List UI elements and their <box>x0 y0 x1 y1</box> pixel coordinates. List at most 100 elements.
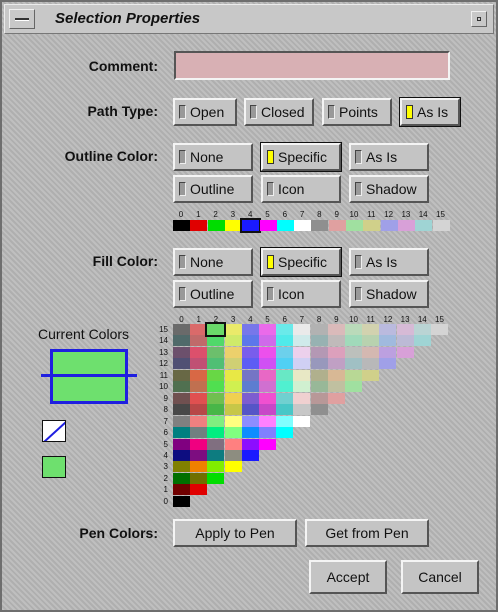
color-grid-cell[interactable] <box>362 346 380 358</box>
fill-color-outline[interactable]: Outline <box>173 280 253 308</box>
palette-swatch[interactable] <box>276 220 294 231</box>
color-grid-cell[interactable] <box>241 358 259 370</box>
color-grid-cell[interactable] <box>207 461 225 473</box>
color-grid-cell[interactable] <box>379 335 397 347</box>
fill-color-swatch[interactable] <box>42 456 66 478</box>
color-grid-cell[interactable] <box>173 415 190 427</box>
color-grid-cell[interactable] <box>190 415 208 427</box>
color-grid-cell[interactable] <box>173 346 190 358</box>
color-grid-cell[interactable] <box>190 392 208 404</box>
color-grid-cell[interactable] <box>173 461 190 473</box>
color-grid-cell[interactable] <box>345 369 362 381</box>
color-grid-cell[interactable] <box>190 404 208 416</box>
color-grid-cell[interactable] <box>293 324 311 335</box>
outline-color-as-is[interactable]: As Is <box>349 143 429 171</box>
color-grid-cell[interactable] <box>327 335 345 347</box>
color-grid-cell[interactable] <box>190 346 208 358</box>
color-grid-cell[interactable] <box>173 495 190 507</box>
color-grid-cell[interactable] <box>207 392 225 404</box>
palette-swatch[interactable] <box>346 220 363 231</box>
palette-swatch[interactable] <box>294 220 312 231</box>
accept-button[interactable]: Accept <box>309 560 387 594</box>
color-grid-cell[interactable] <box>224 335 242 347</box>
color-grid-cell[interactable] <box>327 324 345 335</box>
color-grid-cell[interactable] <box>205 322 227 337</box>
color-grid-cell[interactable] <box>173 392 190 404</box>
color-grid-cell[interactable] <box>190 461 208 473</box>
color-grid-cell[interactable] <box>190 381 208 393</box>
color-grid-cell[interactable] <box>310 404 328 416</box>
color-grid-cell[interactable] <box>259 415 276 427</box>
color-grid-cell[interactable] <box>327 358 345 370</box>
palette-swatch[interactable] <box>397 220 415 231</box>
palette-swatch[interactable] <box>328 220 346 231</box>
color-grid-cell[interactable] <box>224 369 242 381</box>
color-grid-cell[interactable] <box>345 358 362 370</box>
path-type-points[interactable]: Points <box>322 98 392 126</box>
color-grid-cell[interactable] <box>173 449 190 461</box>
color-grid-cell[interactable] <box>224 438 242 450</box>
color-grid-cell[interactable] <box>276 415 294 427</box>
color-grid-cell[interactable] <box>241 427 259 439</box>
palette-swatch[interactable] <box>311 220 329 231</box>
color-grid-cell[interactable] <box>190 335 208 347</box>
color-grid-cell[interactable] <box>310 381 328 393</box>
color-grid-cell[interactable] <box>276 427 294 439</box>
color-grid-cell[interactable] <box>310 324 328 335</box>
color-grid-cell[interactable] <box>276 335 294 347</box>
color-grid-cell[interactable] <box>224 346 242 358</box>
outline-color-icon[interactable]: Icon <box>261 175 341 203</box>
color-grid-cell[interactable] <box>224 392 242 404</box>
cancel-button[interactable]: Cancel <box>401 560 479 594</box>
color-grid-cell[interactable] <box>362 324 380 335</box>
color-grid-cell[interactable] <box>173 335 190 347</box>
color-grid-cell[interactable] <box>224 404 242 416</box>
color-grid-cell[interactable] <box>310 335 328 347</box>
fill-color-specific[interactable]: Specific <box>260 247 342 277</box>
color-grid-cell[interactable] <box>259 404 276 416</box>
color-grid-cell[interactable] <box>293 392 311 404</box>
color-grid-cell[interactable] <box>241 324 259 335</box>
outline-color-none[interactable]: None <box>173 143 253 171</box>
fill-color-none[interactable]: None <box>173 248 253 276</box>
no-color-swatch[interactable] <box>42 420 66 442</box>
color-grid-cell[interactable] <box>379 324 397 335</box>
color-grid-cell[interactable] <box>276 358 294 370</box>
color-grid-cell[interactable] <box>241 369 259 381</box>
color-grid-cell[interactable] <box>259 381 276 393</box>
color-grid-cell[interactable] <box>190 449 208 461</box>
palette-swatch[interactable] <box>432 220 450 231</box>
color-grid-cell[interactable] <box>379 358 397 370</box>
color-grid-cell[interactable] <box>241 449 259 461</box>
outline-color-specific[interactable]: Specific <box>260 142 342 172</box>
color-grid-cell[interactable] <box>190 324 208 335</box>
color-grid-cell[interactable] <box>293 415 311 427</box>
color-grid-cell[interactable] <box>207 449 225 461</box>
palette-swatch[interactable] <box>259 220 277 231</box>
color-grid-cell[interactable] <box>327 346 345 358</box>
palette-swatch[interactable] <box>190 220 208 231</box>
color-grid-cell[interactable] <box>345 381 362 393</box>
color-grid-cell[interactable] <box>345 324 362 335</box>
fill-color-shadow[interactable]: Shadow <box>349 280 429 308</box>
palette-swatch[interactable] <box>363 220 381 231</box>
palette-swatch[interactable] <box>415 220 433 231</box>
get-from-pen-button[interactable]: Get from Pen <box>305 519 429 547</box>
outline-color-outline[interactable]: Outline <box>173 175 253 203</box>
comment-input[interactable] <box>174 51 450 80</box>
color-grid-cell[interactable] <box>396 335 414 347</box>
color-grid-cell[interactable] <box>259 335 276 347</box>
color-grid-cell[interactable] <box>207 404 225 416</box>
color-grid-cell[interactable] <box>207 346 225 358</box>
minimize-button[interactable] <box>471 11 487 27</box>
color-grid-cell[interactable] <box>293 358 311 370</box>
color-grid-cell[interactable] <box>276 324 294 335</box>
color-grid-cell[interactable] <box>173 381 190 393</box>
outline-color-shadow[interactable]: Shadow <box>349 175 429 203</box>
color-grid-cell[interactable] <box>310 346 328 358</box>
color-grid-cell[interactable] <box>276 369 294 381</box>
path-type-open[interactable]: Open <box>173 98 237 126</box>
color-grid-cell[interactable] <box>310 369 328 381</box>
path-type-closed[interactable]: Closed <box>244 98 314 126</box>
color-grid-cell[interactable] <box>293 404 311 416</box>
